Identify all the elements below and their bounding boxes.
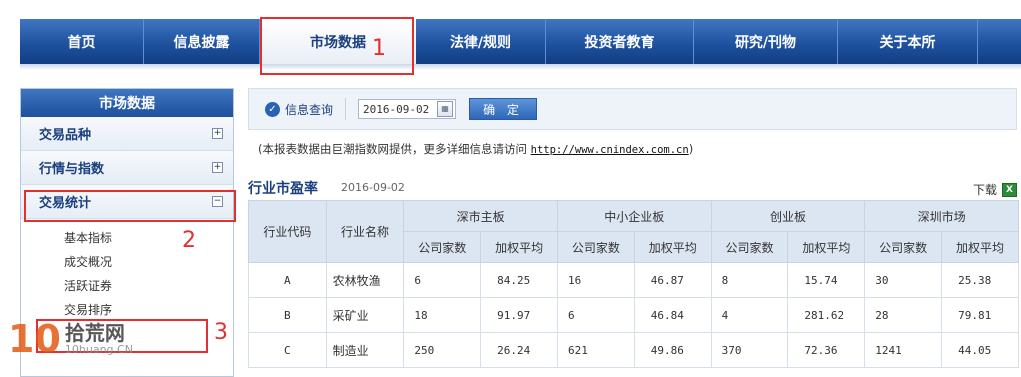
cell-value: 28	[864, 297, 943, 333]
nav-shadow	[20, 64, 1021, 70]
download-label: 下载	[973, 183, 998, 197]
expand-icon[interactable]: +	[212, 128, 223, 139]
cell-value: 44.05	[941, 332, 1019, 368]
nav-disclosure[interactable]: 信息披露	[144, 19, 260, 64]
nav-investor-education[interactable]: 投资者教育	[546, 19, 694, 64]
notice-suffix: )	[688, 142, 694, 156]
sidebar-title: 市场数据	[21, 89, 233, 117]
cell-value: 621	[557, 332, 635, 368]
cell-value: 72.36	[787, 332, 866, 368]
confirm-button[interactable]: 确 定	[469, 98, 538, 120]
cell-value: 91.97	[480, 297, 558, 333]
watermark-logo: 10 拾荒网 10huang.CN	[8, 320, 133, 358]
sidebar-category-quotes-index[interactable]: 行情与指数 +	[21, 151, 233, 185]
cell-name: 制造业	[325, 332, 405, 368]
cell-value: 30	[864, 262, 943, 298]
cell-value: 8	[710, 262, 789, 298]
group-header: 创业板	[710, 200, 866, 232]
watermark-cn: 拾荒网	[64, 320, 125, 345]
cell-value: 16	[557, 262, 635, 298]
group-header: 中小企业板	[557, 200, 712, 232]
cell-value: 49.86	[633, 332, 712, 368]
query-divider	[345, 98, 347, 120]
cell-value: 250	[403, 332, 482, 368]
cell-value: 15.74	[787, 262, 866, 298]
annotation-number-1: 1	[372, 36, 386, 61]
sub-header-count: 公司家数	[403, 231, 482, 263]
cell-value: 1241	[864, 332, 943, 368]
cell-code: C	[248, 332, 327, 368]
cell-name: 农林牧渔	[325, 262, 405, 298]
watermark-text: 拾荒网 10huang.CN	[65, 323, 133, 356]
section-title: 行业市盈率	[248, 181, 318, 197]
cell-value: 4	[710, 297, 789, 333]
cell-value: 46.84	[633, 297, 712, 333]
sub-header-wavg: 加权平均	[480, 231, 558, 263]
download-link[interactable]: 下载 X	[973, 181, 1018, 198]
sub-header-wavg: 加权平均	[633, 231, 712, 263]
excel-icon[interactable]: X	[1002, 182, 1018, 197]
data-source-notice: (本报表数据由巨潮指数网提供，更多详细信息请访问 http://www.cnin…	[258, 141, 693, 157]
col-header-name: 行业名称	[325, 200, 405, 263]
sidebar-item-basic-indicators[interactable]: 基本指标	[21, 225, 233, 249]
cell-value: 370	[710, 332, 789, 368]
cell-value: 79.81	[941, 297, 1019, 333]
cell-value: 18	[403, 297, 482, 333]
sub-header-wavg: 加权平均	[941, 231, 1019, 263]
cell-value: 26.24	[480, 332, 558, 368]
cell-value: 6	[403, 262, 482, 298]
top-nav: 首页 信息披露 市场数据 法律/规则 投资者教育 研究/刊物 关于本所	[20, 19, 1021, 64]
sidebar-category-label: 交易品种	[39, 128, 92, 143]
query-label: 信息查询	[285, 102, 334, 117]
group-header: 深圳市场	[864, 200, 1019, 232]
col-header-code: 行业代码	[248, 200, 327, 263]
cell-value: 6	[557, 297, 635, 333]
sidebar-item-active-securities[interactable]: 活跃证券	[21, 273, 233, 297]
nav-law-rules[interactable]: 法律/规则	[416, 19, 546, 64]
nav-research[interactable]: 研究/刊物	[694, 19, 838, 64]
notice-prefix: (本报表数据由巨潮指数网提供，更多详细信息请访问	[258, 142, 531, 156]
query-bar: ✓ 信息查询 ▦ 确 定	[248, 88, 1017, 130]
cell-code: A	[248, 262, 327, 298]
annotation-box-1	[260, 17, 414, 75]
cell-name: 采矿业	[325, 297, 405, 333]
watermark-en: 10huang.CN	[64, 342, 133, 356]
sidebar-category-label: 行情与指数	[39, 162, 105, 177]
nav-about[interactable]: 关于本所	[838, 19, 978, 64]
section-date: 2016-09-02	[341, 181, 405, 194]
nav-home[interactable]: 首页	[20, 19, 144, 64]
cell-value: 25.38	[941, 262, 1019, 298]
annotation-number-2: 2	[182, 228, 196, 253]
sub-header-wavg: 加权平均	[787, 231, 866, 263]
cnindex-link[interactable]: http://www.cnindex.com.cn	[531, 144, 689, 156]
sidebar-category-trading-types[interactable]: 交易品种 +	[21, 117, 233, 151]
expand-icon[interactable]: +	[212, 162, 223, 173]
sub-header-count: 公司家数	[864, 231, 943, 263]
watermark-number: 10	[8, 317, 61, 361]
annotation-box-2	[24, 190, 236, 222]
cell-code: B	[248, 297, 327, 333]
table-row: A 农林牧渔 6 84.25 16 46.87 8 15.74 30 25.38	[248, 262, 1019, 298]
sub-header-count: 公司家数	[557, 231, 635, 263]
cell-value: 84.25	[480, 262, 558, 298]
table-row: C 制造业 250 26.24 621 49.86 370 72.36 1241…	[248, 332, 1019, 368]
cell-value: 281.62	[787, 297, 866, 333]
cell-value: 46.87	[633, 262, 712, 298]
calendar-icon[interactable]: ▦	[437, 101, 454, 117]
sidebar-item-trading-overview[interactable]: 成交概况	[21, 249, 233, 273]
table-row: B 采矿业 18 91.97 6 46.84 4 281.62 28 79.81	[248, 297, 1019, 333]
group-header: 深市主板	[403, 200, 558, 232]
annotation-number-3: 3	[214, 320, 228, 345]
sub-header-count: 公司家数	[710, 231, 789, 263]
industry-pe-table: 行业代码 行业名称 深市主板 中小企业板 创业板 深圳市场 公司家数 加权平均 …	[248, 200, 1019, 368]
check-icon: ✓	[265, 101, 280, 117]
